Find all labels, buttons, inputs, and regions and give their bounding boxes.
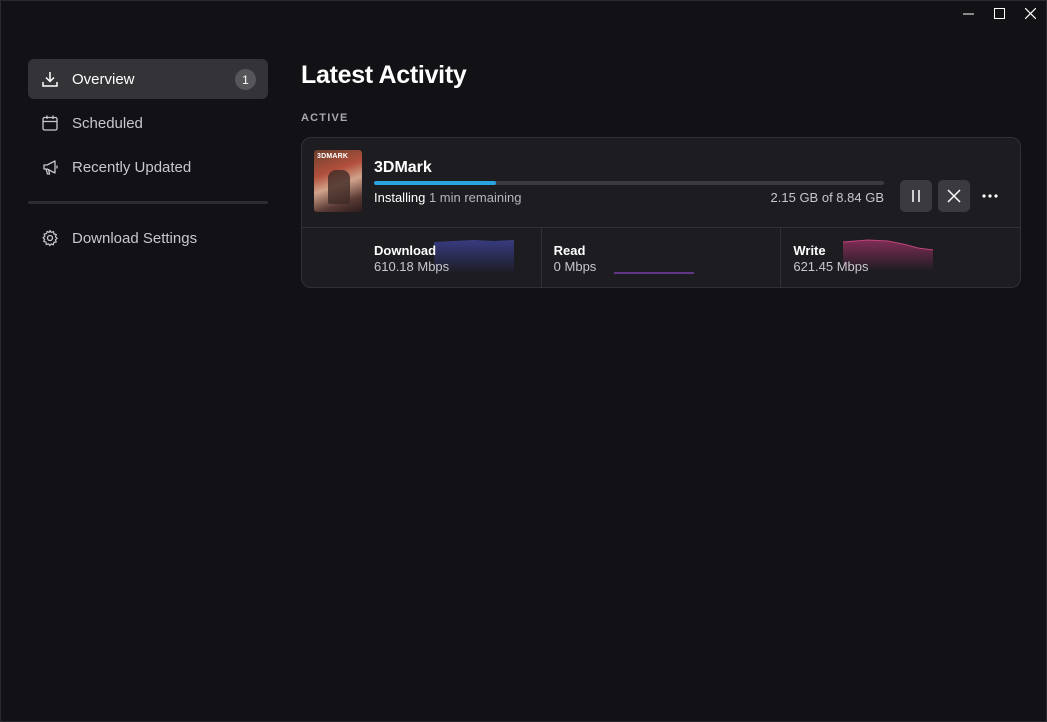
close-window-button[interactable] — [1015, 1, 1046, 25]
close-icon — [1025, 7, 1036, 19]
main-content: Latest Activity ACTIVE 3DMARK 3DMark Ins… — [301, 61, 1021, 288]
calendar-icon — [40, 113, 60, 133]
sidebar-item-download-settings[interactable]: Download Settings — [28, 218, 268, 258]
section-label: ACTIVE — [301, 112, 349, 124]
game-title[interactable]: 3DMark — [374, 159, 432, 177]
download-size: 2.15 GB of 8.84 GB — [770, 190, 884, 205]
sidebar-divider — [28, 201, 268, 204]
progress-fill — [374, 181, 497, 185]
pause-button[interactable] — [900, 180, 932, 212]
stat-label: Read — [553, 243, 586, 258]
count-badge: 1 — [235, 69, 256, 90]
download-icon — [40, 69, 60, 89]
minimize-icon — [963, 13, 974, 14]
sidebar-item-label: Download Settings — [72, 229, 198, 247]
maximize-button[interactable] — [984, 1, 1015, 25]
read-sparkline — [613, 272, 694, 274]
status-text: Installing — [374, 190, 426, 205]
stat-value: 610.18 Mbps — [374, 259, 450, 274]
sidebar-item-scheduled[interactable]: Scheduled — [28, 103, 268, 143]
time-remaining: 1 min remaining — [428, 190, 522, 205]
sidebar: Overview 1 Scheduled Recently Updated Do… — [28, 59, 268, 262]
stat-read: Read 0 Mbps — [542, 228, 782, 287]
download-header: 3DMARK 3DMark Installing 1 min remaining… — [302, 138, 1020, 228]
more-icon — [982, 194, 998, 198]
more-options-button[interactable] — [974, 180, 1006, 212]
status-line: Installing 1 min remaining — [374, 190, 521, 205]
stats-row: Download 610.18 Mbps Read 0 Mbps Write 6… — [302, 228, 1020, 287]
stat-write: Write 621.45 Mbps — [781, 228, 1020, 287]
close-icon — [947, 189, 961, 203]
app-window: Overview 1 Scheduled Recently Updated Do… — [0, 0, 1047, 722]
stat-download: Download 610.18 Mbps — [302, 228, 542, 287]
pause-icon — [912, 190, 920, 202]
maximize-icon — [994, 7, 1005, 19]
thumbnail-brand: 3DMARK — [317, 153, 349, 160]
sidebar-item-label: Recently Updated — [72, 158, 192, 176]
stat-label: Download — [374, 243, 437, 258]
gear-icon — [40, 228, 60, 248]
page-title: Latest Activity — [301, 61, 467, 89]
sidebar-item-recently-updated[interactable]: Recently Updated — [28, 147, 268, 187]
megaphone-icon — [40, 157, 60, 177]
cancel-button[interactable] — [938, 180, 970, 212]
sidebar-item-label: Scheduled — [72, 114, 143, 132]
stat-value: 621.45 Mbps — [793, 259, 869, 274]
minimize-button[interactable] — [953, 1, 984, 25]
window-controls — [953, 1, 1046, 25]
progress-bar — [374, 181, 884, 185]
stat-label: Write — [793, 243, 826, 258]
sidebar-item-label: Overview — [72, 70, 135, 88]
active-download-card: 3DMARK 3DMark Installing 1 min remaining… — [301, 137, 1021, 288]
thumbnail-art — [328, 170, 350, 204]
sidebar-item-overview[interactable]: Overview 1 — [28, 59, 268, 99]
stat-value: 0 Mbps — [553, 259, 597, 274]
game-thumbnail[interactable]: 3DMARK — [314, 150, 362, 212]
